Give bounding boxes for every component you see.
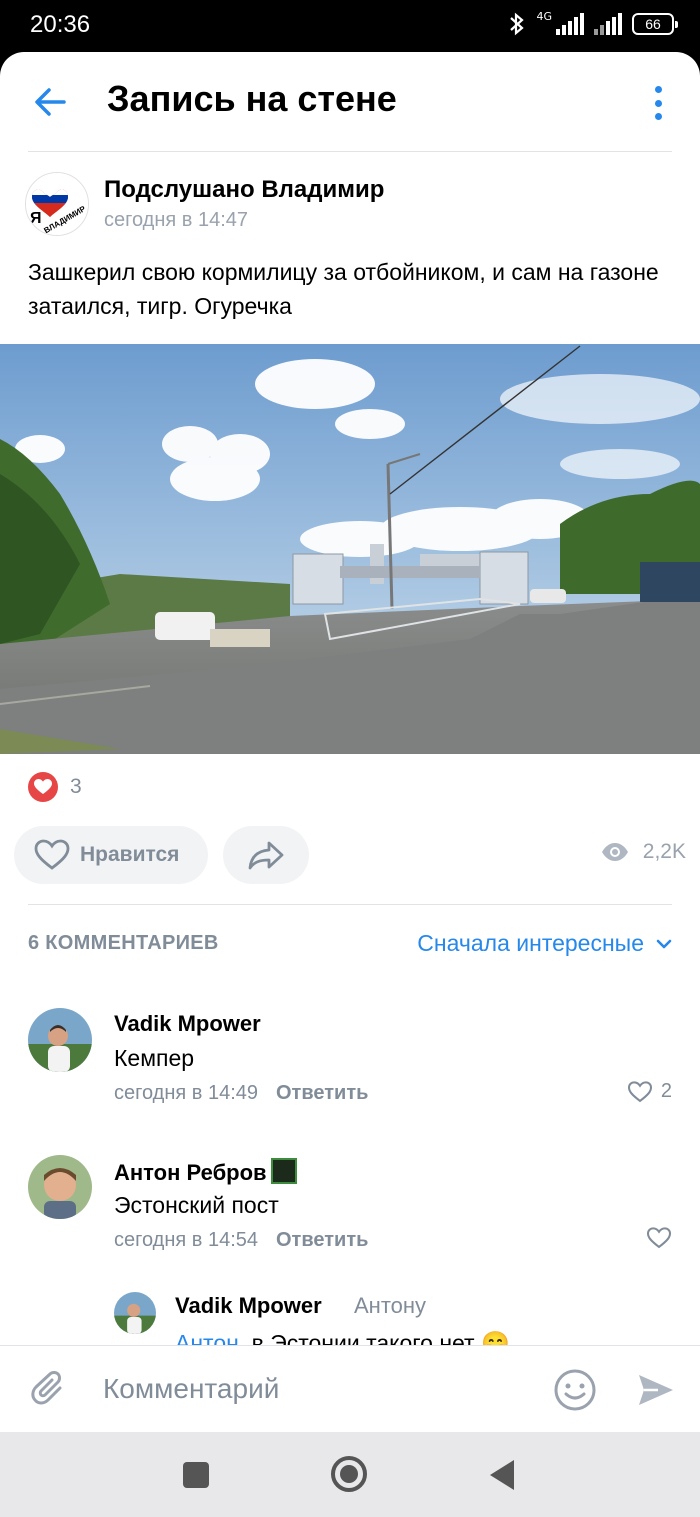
post-text: Зашкерил свою кормилицу за отбойником, и… [28, 259, 659, 319]
comment-time: сегодня в 14:54 [114, 1229, 258, 1251]
heart-outline-icon [34, 839, 70, 870]
comment-meta: сегодня в 14:49 Ответить [114, 1082, 368, 1105]
send-icon[interactable] [636, 1370, 676, 1410]
views-counter: 2,2K [601, 840, 686, 864]
signal-icon-2 [594, 13, 622, 35]
post-actions: Нравится 2,2K [14, 826, 686, 884]
paperclip-icon[interactable] [30, 1370, 70, 1410]
group-name[interactable]: Подслушано Владимир [104, 176, 384, 204]
network-type: 4G [536, 9, 552, 23]
like-button[interactable]: Нравится [14, 826, 208, 884]
status-time: 20:36 [30, 11, 91, 38]
reply-button[interactable]: Ответить [276, 1229, 368, 1251]
heart-outline-icon [646, 1227, 672, 1249]
more-vertical-icon[interactable] [652, 86, 664, 120]
sort-label: Сначала интересные [417, 930, 644, 956]
comment-author[interactable]: Vadik Mpower [175, 1293, 322, 1319]
arrow-left-icon[interactable] [30, 82, 70, 122]
recents-icon[interactable] [183, 1462, 209, 1488]
comment-composer: Комментарий [0, 1345, 700, 1432]
bluetooth-icon [510, 12, 525, 36]
post-header: Я ВЛАДИМИР Подслушано Владимир сегодня в… [25, 172, 675, 242]
comment-like-count: 2 [660, 1080, 672, 1102]
header: Запись на стене [0, 52, 700, 152]
page-title: Запись на стене [107, 78, 397, 119]
system-nav-bar [0, 1432, 700, 1517]
heart-outline-icon [627, 1080, 652, 1102]
app-screen: Запись на стене Я ВЛАДИМИР Подслушано Вл… [0, 52, 700, 1432]
post-photo[interactable] [0, 344, 700, 754]
comments-count: 6 КОММЕНТАРИЕВ [28, 932, 219, 954]
avatar[interactable] [114, 1292, 156, 1334]
comment-text: Эстонский пост [114, 1192, 279, 1218]
comment-item: Антон Ребров Эстонский пост сегодня в 14… [28, 1155, 672, 1255]
comment-author[interactable]: Vadik Mpower [114, 1011, 261, 1037]
comments-header: 6 КОММЕНТАРИЕВ Сначала интересные [28, 930, 672, 960]
comment-input[interactable]: Комментарий [103, 1373, 279, 1405]
reply-to[interactable]: Антону [354, 1293, 426, 1319]
reactions-summary[interactable]: 3 [28, 772, 82, 802]
sort-dropdown[interactable]: Сначала интересные [417, 930, 672, 957]
signal-icon [556, 13, 584, 35]
comment-text: Кемпер [114, 1045, 195, 1071]
battery-icon: 66 [632, 13, 678, 35]
share-button[interactable] [223, 826, 309, 884]
comment-like-button[interactable] [646, 1227, 672, 1249]
avatar[interactable] [28, 1155, 92, 1219]
divider [28, 151, 672, 152]
battery-level: 66 [645, 16, 661, 32]
post-time: сегодня в 14:47 [104, 209, 248, 231]
reply-comment: Vadik Mpower Антону Антон, в Эстонии так… [114, 1292, 674, 1352]
status-icons: 4G 66 [508, 9, 678, 36]
share-icon [248, 841, 284, 870]
avatar[interactable] [28, 1008, 92, 1072]
comment-author[interactable]: Антон Ребров [114, 1158, 297, 1186]
heart-filled-icon [28, 772, 58, 802]
reactions-count: 3 [70, 775, 82, 798]
reply-button[interactable]: Ответить [276, 1082, 368, 1104]
like-label: Нравится [80, 843, 180, 866]
comment-like-button[interactable]: 2 [627, 1080, 672, 1103]
binary-code-icon [270, 1158, 297, 1184]
eye-icon [601, 843, 628, 861]
comment-time: сегодня в 14:49 [114, 1082, 258, 1104]
chevron-down-icon [656, 939, 672, 948]
comment-meta: сегодня в 14:54 Ответить [114, 1229, 368, 1252]
comment-author-name: Антон Ребров [114, 1160, 267, 1185]
smile-icon[interactable] [553, 1368, 597, 1412]
divider [28, 904, 672, 905]
back-triangle-icon[interactable] [490, 1460, 514, 1490]
comment-item: Vadik Mpower Кемпер сегодня в 14:49 Ответ… [28, 1008, 672, 1108]
status-bar: 20:36 4G 66 [0, 0, 700, 52]
group-avatar[interactable]: Я ВЛАДИМИР [25, 172, 89, 236]
views-count: 2,2K [642, 840, 686, 863]
svg-text:Я: Я [30, 210, 42, 227]
home-icon[interactable] [331, 1456, 367, 1492]
